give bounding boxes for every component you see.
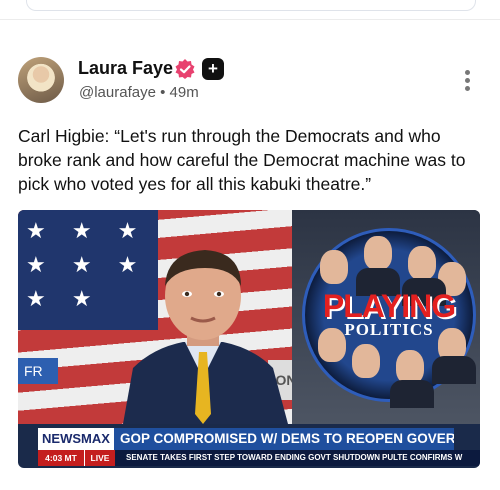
broadcast-time: 4:03 MT xyxy=(38,450,84,466)
top-card-edge xyxy=(26,0,476,11)
lower-third: NEWSMAX GOP COMPROMISED W/ DEMS TO REOPE… xyxy=(18,424,480,468)
figure-face xyxy=(396,350,424,384)
figure-suit xyxy=(390,380,434,408)
live-badge: LIVE xyxy=(84,450,115,466)
author-name[interactable]: Laura Faye xyxy=(78,58,173,79)
author-handle-line: @laurafaye • 49m xyxy=(79,84,199,101)
graphic-subtitle: POLITICS xyxy=(344,320,434,339)
figure-face xyxy=(320,250,348,284)
figure-face xyxy=(408,246,436,280)
figure-face xyxy=(352,344,380,378)
ticker-bar: 4:03 MT LIVE SENATE TAKES FIRST STEP TOW… xyxy=(38,450,480,466)
headline-bar: GOP COMPROMISED W/ DEMS TO REOPEN GOVERN… xyxy=(114,428,454,450)
post-text: Carl Higbie: “Let's run through the Demo… xyxy=(18,126,466,194)
separator-dot: • xyxy=(160,84,166,101)
figure-suit xyxy=(432,356,476,384)
post-time: 49m xyxy=(169,84,199,101)
plus-badge-icon: + xyxy=(202,58,224,80)
figure-face xyxy=(364,236,392,270)
verified-badge-icon xyxy=(175,59,195,79)
post-media-image[interactable]: ★ ★ ★ ★ ★ ★ ★ ★ FR ON PLAYING POLITICS N… xyxy=(18,210,480,468)
wall-text-left: FR xyxy=(18,358,58,384)
anchor-figure xyxy=(123,250,288,424)
avatar[interactable] xyxy=(18,57,64,103)
ticker-text-1: SENATE TAKES FIRST STEP TOWARD ENDING GO… xyxy=(126,453,381,462)
more-options-icon[interactable] xyxy=(460,70,474,94)
author-handle[interactable]: @laurafaye xyxy=(79,84,156,101)
network-logo: NEWSMAX xyxy=(38,428,114,450)
feed-divider xyxy=(0,19,500,20)
ticker-text-2: PULTE CONFIRMS W xyxy=(382,453,463,462)
